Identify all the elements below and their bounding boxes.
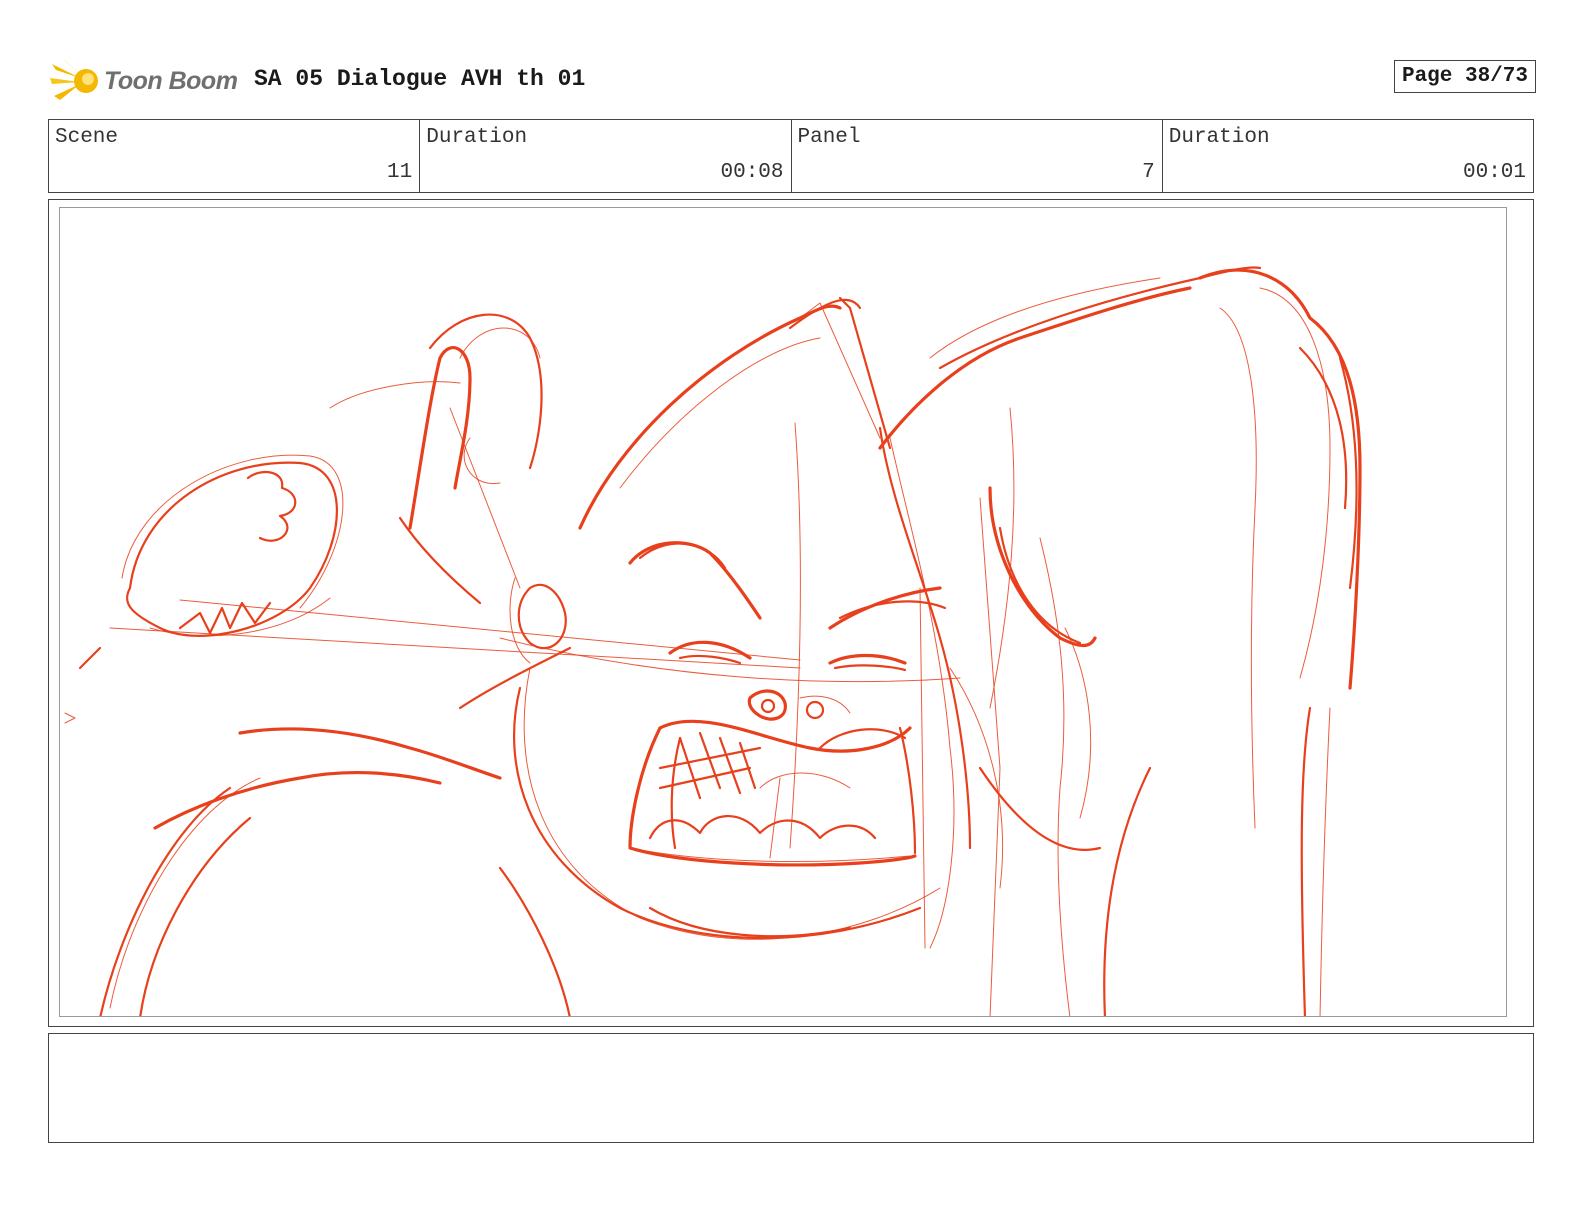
- toon-boom-comet-icon: [50, 58, 98, 100]
- panel-duration-label: Duration: [1168, 126, 1270, 149]
- scene-duration-label: Duration: [426, 126, 528, 149]
- panel-notes: [48, 1033, 1534, 1143]
- scene-value: 11: [387, 161, 413, 184]
- page-header: Toon Boom SA 05 Dialogue AVH th 01 Page …: [50, 56, 1536, 106]
- character-sketch: [64, 266, 1362, 1016]
- storyboard-panel: [48, 199, 1534, 1027]
- logo-text: Toon Boom: [104, 66, 238, 95]
- toon-boom-logo: Toon Boom: [50, 56, 245, 106]
- panel-label: Panel: [797, 126, 861, 149]
- panel-info-row: Scene 11 Duration 00:08 Panel 7 Duration…: [48, 119, 1534, 193]
- panel-duration-value: 00:01: [1462, 161, 1526, 184]
- panel-cell: Panel 7: [792, 120, 1163, 192]
- scene-label: Scene: [55, 126, 119, 149]
- panel-duration-cell: Duration 00:01: [1163, 120, 1533, 192]
- scene-duration-cell: Duration 00:08: [420, 120, 792, 192]
- panel-image-area: [59, 207, 1507, 1017]
- panel-value: 7: [1142, 161, 1155, 184]
- scene-cell: Scene 11: [49, 120, 421, 192]
- page-number: Page 38/73: [1393, 60, 1536, 93]
- scene-duration-value: 00:08: [720, 161, 784, 184]
- document-title: SA 05 Dialogue AVH th 01: [254, 66, 586, 92]
